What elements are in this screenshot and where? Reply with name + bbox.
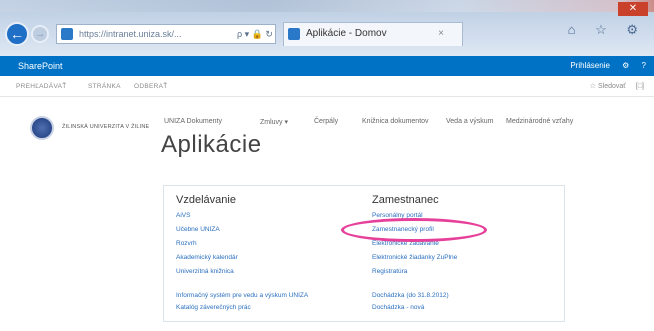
link-rozvrh[interactable]: Rozvrh (176, 240, 197, 247)
browser-toolbar-icons[interactable]: ⌂ ☆ ⚙ (568, 22, 646, 38)
browser-tab[interactable]: Aplikácie - Domov × (283, 22, 463, 46)
suite-bar: SharePoint Prihlásenie ⚙ ? (0, 56, 654, 76)
ribbon-actions: ☆ Sledovať [□] (590, 76, 644, 98)
highlight-ellipse (341, 218, 487, 242)
window-close-button[interactable]: ✕ (618, 2, 648, 16)
link-ziadanky[interactable]: Elektronické žiadanky ZuPlne (372, 254, 457, 261)
sign-in-link[interactable]: Prihlásenie (570, 61, 610, 70)
address-url: https://intranet.uniza.sk/... (79, 29, 182, 39)
address-bar[interactable]: https://intranet.uniza.sk/... ρ ▾ 🔒 ↻ (56, 24, 276, 44)
nav-item-zmluvy[interactable]: Zmluvy ▾ (260, 118, 288, 126)
link-dochadzka-old[interactable]: Dochádzka (do 31.8.2012) (372, 292, 449, 299)
site-favicon-icon (61, 28, 73, 40)
link-aivs[interactable]: AiVS (176, 212, 190, 219)
settings-gear-icon[interactable]: ⚙ (622, 61, 629, 70)
nav-item-medzinarodne[interactable]: Medzinárodné vzťahy (506, 118, 573, 125)
nav-item-veda-vyskum[interactable]: Veda a výskum (446, 118, 493, 125)
link-ucebne[interactable]: Učebne UNIZA (176, 226, 220, 233)
back-button[interactable]: ← (5, 22, 29, 46)
sharepoint-brand[interactable]: SharePoint (18, 56, 63, 76)
ribbon-tab-page[interactable]: STRÁNKA (88, 76, 121, 98)
forward-button[interactable]: → (31, 25, 49, 43)
site-name[interactable]: ŽILINSKÁ UNIVERZITA V ŽILINE (62, 124, 149, 130)
help-icon[interactable]: ? (642, 61, 646, 70)
address-controls[interactable]: ρ ▾ 🔒 ↻ (237, 25, 273, 43)
link-kniznica[interactable]: Univerzitná knižnica (176, 268, 234, 275)
nav-item-cerpaly[interactable]: Čerpály (314, 118, 338, 125)
ribbon-tabs: PREHĽADÁVAŤ STRÁNKA ODBERAŤ ☆ Sledovať [… (0, 76, 654, 97)
zamestnanec-heading: Zamestnanec (372, 194, 439, 206)
link-registratura[interactable]: Registratúra (372, 268, 407, 275)
browser-chrome: ✕ ← → https://intranet.uniza.sk/... ρ ▾ … (0, 0, 654, 56)
nav-item-kniznica[interactable]: Knižnica dokumentov (362, 118, 429, 125)
link-is-veda[interactable]: Informačný systém pre vedu a výskum UNIZ… (176, 292, 308, 299)
university-logo[interactable] (30, 116, 54, 140)
follow-button[interactable]: ☆ Sledovať (590, 83, 626, 90)
link-dochadzka-nova[interactable]: Dochádzka - nová (372, 304, 424, 311)
nav-item-uniza-dokumenty[interactable]: UNIZA Dokumenty (164, 118, 222, 125)
focus-on-content-icon[interactable]: [□] (636, 83, 644, 90)
tab-close-icon[interactable]: × (438, 23, 444, 45)
tab-title: Aplikácie - Domov (306, 28, 387, 39)
ribbon-tab-browse[interactable]: PREHĽADÁVAŤ (16, 76, 67, 98)
ribbon-tab-follow[interactable]: ODBERAŤ (134, 76, 168, 98)
page-title: Aplikácie (161, 131, 262, 158)
link-katalog[interactable]: Katalóg záverečných prác (176, 304, 251, 311)
suite-bar-right: Prihlásenie ⚙ ? (560, 56, 646, 76)
vzdelavanie-heading: Vzdelávanie (176, 194, 236, 206)
applications-panel: Vzdelávanie AiVS Učebne UNIZA Rozvrh Aka… (163, 185, 565, 322)
tab-favicon-icon (288, 28, 300, 40)
window-titlebar (0, 0, 654, 12)
link-akademicky-kalendar[interactable]: Akademický kalendár (176, 254, 238, 261)
